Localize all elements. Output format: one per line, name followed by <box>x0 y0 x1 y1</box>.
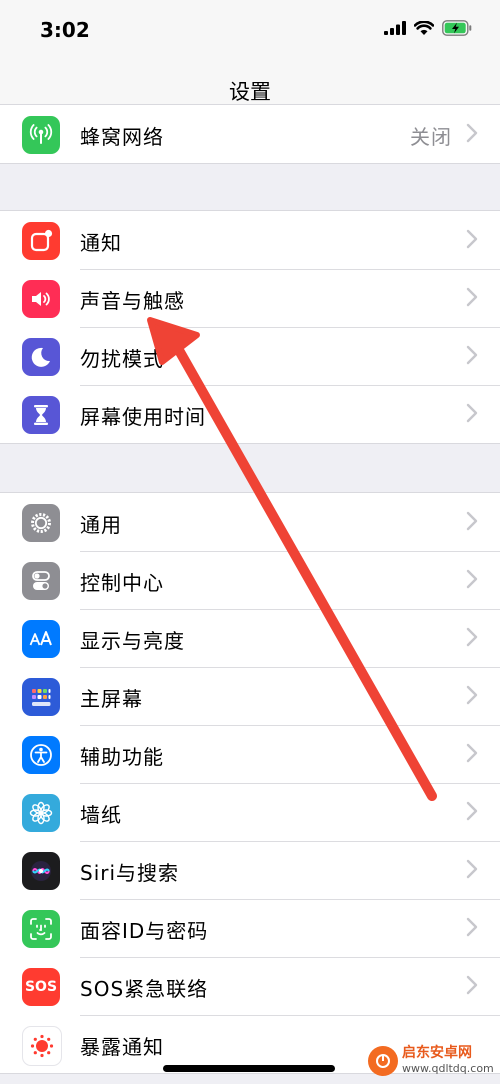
settings-group-network: 蜂窝网络 关闭 <box>0 104 500 164</box>
siri-icon <box>22 852 60 890</box>
signal-icon <box>384 21 406 35</box>
moon-icon <box>22 338 60 376</box>
watermark-logo-icon <box>368 1046 398 1076</box>
settings-row-label: 勿扰模式 <box>80 347 164 371</box>
settings-row-face-id[interactable]: 面容ID与密码 <box>0 899 500 957</box>
chevron-right-icon <box>466 511 478 531</box>
settings-row-general[interactable]: 通用 <box>0 493 500 551</box>
settings-row-label: 辅助功能 <box>80 745 164 769</box>
chevron-right-icon <box>466 859 478 879</box>
settings-row-label: 蜂窝网络 <box>80 125 164 149</box>
settings-row-display[interactable]: 显示与亮度 <box>0 609 500 667</box>
settings-row-notifications[interactable]: 通知 <box>0 211 500 269</box>
settings-row-label: 暴露通知 <box>80 1035 164 1059</box>
settings-row-label: 显示与亮度 <box>80 629 185 653</box>
settings-row-do-not-disturb[interactable]: 勿扰模式 <box>0 327 500 385</box>
home-indicator <box>163 1065 335 1072</box>
flower-icon <box>22 794 60 832</box>
text-size-icon <box>22 620 60 658</box>
chevron-right-icon <box>466 917 478 937</box>
settings-row-label: 通用 <box>80 513 122 537</box>
notifications-icon <box>22 222 60 260</box>
cellular-icon <box>22 116 60 154</box>
settings-row-label: 控制中心 <box>80 571 164 595</box>
toggles-icon <box>22 562 60 600</box>
settings-row-label: SOS紧急联络 <box>80 977 209 1001</box>
settings-row-emergency-sos[interactable]: SOS SOS紧急联络 <box>0 957 500 1015</box>
chevron-right-icon <box>466 403 478 423</box>
gear-icon <box>22 504 60 542</box>
chevron-right-icon <box>466 569 478 589</box>
chevron-right-icon <box>466 345 478 365</box>
status-bar: 3:02 <box>0 0 500 62</box>
settings-row-label: 主屏幕 <box>80 687 143 711</box>
accessibility-icon <box>22 736 60 774</box>
settings-row-control-center[interactable]: 控制中心 <box>0 551 500 609</box>
face-id-icon <box>22 910 60 948</box>
chevron-right-icon <box>466 743 478 763</box>
exposure-icon <box>22 1026 62 1066</box>
settings-row-screen-time[interactable]: 屏幕使用时间 <box>0 385 500 443</box>
status-time: 3:02 <box>40 18 90 42</box>
settings-row-label: 墙纸 <box>80 803 122 827</box>
speaker-icon <box>22 280 60 318</box>
chevron-right-icon <box>466 123 478 143</box>
settings-row-cellular[interactable]: 蜂窝网络 关闭 <box>0 105 500 163</box>
chevron-right-icon <box>466 685 478 705</box>
settings-group-notifications: 通知 声音与触感 勿扰模式 屏幕使用时间 <box>0 210 500 444</box>
page-title: 设置 <box>229 80 271 104</box>
home-grid-icon <box>22 678 60 716</box>
settings-group-general: 通用 控制中心 显示与亮度 主屏幕 辅助功能 墙纸 Siri与搜索 面容ID与密… <box>0 492 500 1074</box>
sos-icon: SOS <box>22 968 60 1006</box>
chevron-right-icon <box>466 287 478 307</box>
watermark: 启东安卓网 www.qdltdq.com <box>368 1046 494 1076</box>
settings-row-label: 面容ID与密码 <box>80 919 209 943</box>
settings-row-label: 通知 <box>80 231 122 255</box>
chevron-right-icon <box>466 229 478 249</box>
chevron-right-icon <box>466 627 478 647</box>
settings-row-accessibility[interactable]: 辅助功能 <box>0 725 500 783</box>
battery-charging-icon <box>442 20 472 36</box>
wifi-icon <box>414 20 434 35</box>
hourglass-icon <box>22 396 60 434</box>
settings-row-label: Siri与搜索 <box>80 861 180 885</box>
settings-row-label: 屏幕使用时间 <box>80 405 206 429</box>
watermark-name: 启东安卓网 <box>402 1045 472 1061</box>
settings-row-wallpaper[interactable]: 墙纸 <box>0 783 500 841</box>
settings-row-home-screen[interactable]: 主屏幕 <box>0 667 500 725</box>
cellular-status-value: 关闭 <box>410 125 452 149</box>
settings-row-sounds[interactable]: 声音与触感 <box>0 269 500 327</box>
chevron-right-icon <box>466 975 478 995</box>
settings-row-label: 声音与触感 <box>80 289 185 313</box>
settings-row-siri[interactable]: Siri与搜索 <box>0 841 500 899</box>
watermark-url: www.qdltdq.com <box>402 1062 494 1075</box>
chevron-right-icon <box>466 801 478 821</box>
